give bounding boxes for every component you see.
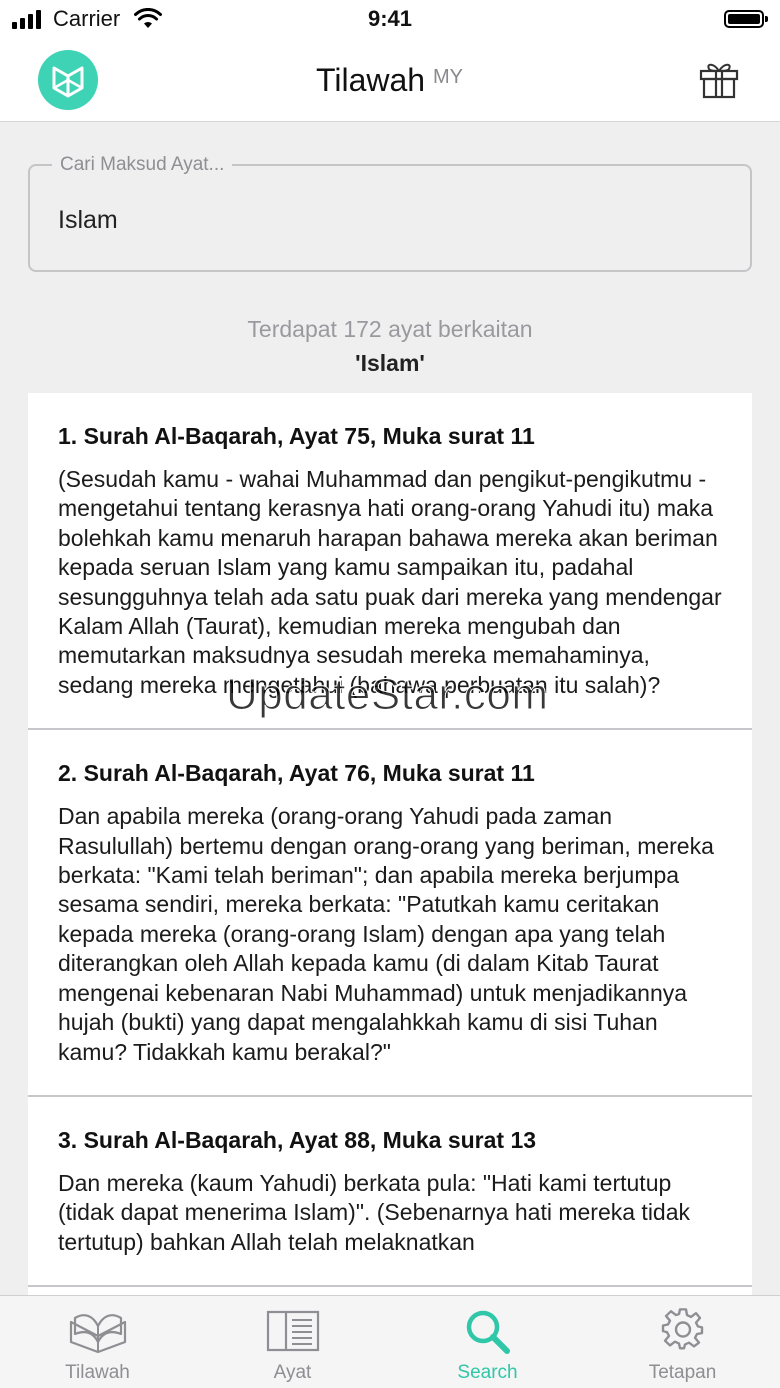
- result-text: (Sesudah kamu - wahai Muhammad dan pengi…: [58, 466, 722, 698]
- gear-icon: [661, 1308, 703, 1350]
- book-page-icon: [266, 1310, 319, 1352]
- search-field-label: Cari Maksud Ayat...: [52, 154, 233, 176]
- tab-search[interactable]: Search: [390, 1296, 585, 1388]
- results-list[interactable]: 1. Surah Al-Baqarah, Ayat 75, Muka surat…: [28, 393, 752, 1295]
- battery-icon: [724, 10, 768, 28]
- tab-tetapan[interactable]: Tetapan: [585, 1296, 780, 1388]
- result-title: 2. Surah Al-Baqarah, Ayat 76, Muka surat…: [58, 760, 535, 787]
- tab-label: Tilawah: [65, 1362, 130, 1383]
- result-card[interactable]: 2. Surah Al-Baqarah, Ayat 76, Muka surat…: [28, 730, 752, 1097]
- tab-label: Ayat: [273, 1362, 312, 1383]
- tab-label: Tetapan: [648, 1362, 717, 1383]
- region-label: MY: [433, 66, 463, 88]
- open-book-icon: [69, 1314, 126, 1354]
- result-card[interactable]: 1. Surah Al-Baqarah, Ayat 75, Muka surat…: [28, 393, 752, 731]
- open-book-logo-icon: [52, 66, 84, 98]
- tab-ayat[interactable]: Ayat: [195, 1296, 390, 1388]
- result-title: 1. Surah Al-Baqarah, Ayat 75, Muka surat…: [58, 423, 535, 449]
- result-text: Dan apabila mereka (orang-orang Yahudi p…: [58, 803, 714, 1065]
- result-query-text: 'Islam': [355, 350, 425, 376]
- gift-icon[interactable]: [698, 58, 740, 100]
- result-title: 3. Surah Al-Baqarah, Ayat 88, Muka surat…: [58, 1126, 537, 1153]
- search-icon: [466, 1310, 510, 1354]
- search-field[interactable]: Cari Maksud Ayat...: [28, 154, 752, 272]
- app-logo[interactable]: [38, 50, 98, 110]
- result-card[interactable]: 3. Surah Al-Baqarah, Ayat 88, Muka surat…: [28, 1097, 752, 1288]
- result-text: Dan mereka (kaum Yahudi) berkata pula: "…: [58, 1169, 691, 1255]
- status-bar: Carrier 9:41: [0, 0, 780, 40]
- page-title: Tilawah: [316, 62, 426, 98]
- tab-label: Search: [457, 1362, 518, 1383]
- nav-bar: Tilawah MY: [0, 40, 780, 122]
- clock: 9:41: [367, 6, 413, 31]
- tab-tilawah[interactable]: Tilawah: [0, 1296, 195, 1388]
- tab-bar: Tilawah Ayat Search Tetapan: [0, 1295, 780, 1388]
- search-input[interactable]: [58, 206, 718, 235]
- result-count-text: Terdapat 172 ayat berkaitan: [247, 316, 533, 342]
